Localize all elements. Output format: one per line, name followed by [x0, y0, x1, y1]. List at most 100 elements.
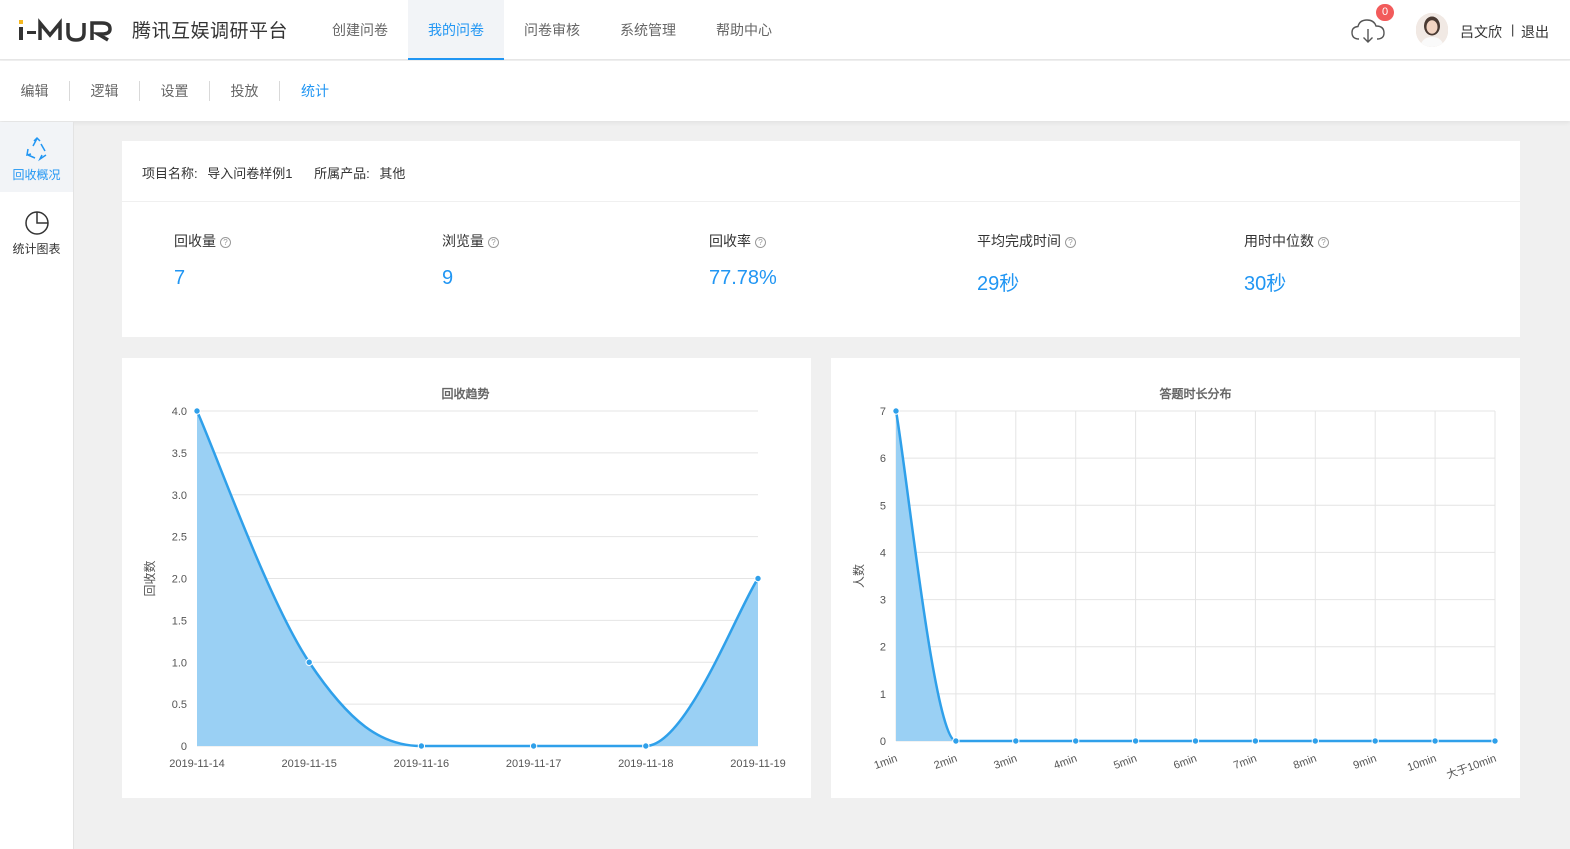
- project-name-value: 导入问卷样例1: [207, 166, 293, 181]
- platform-title: 腾讯互娱调研平台: [132, 21, 289, 42]
- sidebar-item-collection-overview[interactable]: 回收概况: [0, 122, 73, 192]
- subnav-edit[interactable]: 编辑: [0, 81, 70, 101]
- cloud-download-icon[interactable]: [1350, 17, 1386, 45]
- nav-system-admin[interactable]: 系统管理: [600, 0, 696, 60]
- stat-value: 30秒: [1244, 273, 1287, 295]
- subnav-distribute[interactable]: 投放: [210, 81, 280, 101]
- data-point: [1251, 737, 1260, 745]
- username[interactable]: 吕文欣: [1460, 22, 1502, 42]
- y-tick-label: 3: [880, 595, 886, 607]
- x-tick-label: 2019-11-16: [394, 758, 449, 770]
- top-header: 腾讯互娱调研平台 创建问卷 我的问卷 问卷审核 系统管理 帮助中心 0 吕文欣 …: [0, 0, 1570, 60]
- x-tick-label: 9min: [1352, 753, 1379, 772]
- project-name-label: 项目名称:: [142, 166, 198, 181]
- stat-label: 回收率: [709, 233, 751, 249]
- x-tick-label: 2019-11-14: [169, 758, 224, 770]
- divider: [122, 201, 1520, 202]
- x-tick-label: 2019-11-19: [730, 758, 785, 770]
- chart-title: 答题时长分布: [1159, 386, 1231, 401]
- product-label: 所属产品:: [314, 166, 370, 181]
- x-tick-label: 6min: [1172, 753, 1199, 772]
- data-point: [305, 658, 313, 666]
- x-tick-label: 2019-11-17: [506, 758, 561, 770]
- stat-label: 浏览量: [442, 233, 484, 249]
- separator: |: [1511, 22, 1515, 37]
- data-point: [1191, 737, 1200, 745]
- stat-value: 9: [442, 267, 454, 289]
- nav-help-center[interactable]: 帮助中心: [696, 0, 792, 60]
- y-axis-label: 回收数: [142, 560, 157, 596]
- help-icon[interactable]: ?: [220, 237, 231, 248]
- subnav-statistics[interactable]: 统计: [280, 81, 350, 101]
- help-icon[interactable]: ?: [488, 237, 499, 248]
- help-icon[interactable]: ?: [1065, 237, 1076, 248]
- y-tick-label: 2: [880, 642, 886, 654]
- x-tick-label: 3min: [992, 753, 1019, 772]
- recycle-icon: [25, 136, 46, 162]
- y-tick-label: 1.0: [172, 657, 187, 669]
- y-tick-label: 4: [880, 547, 886, 559]
- nav-create-survey[interactable]: 创建问卷: [312, 0, 408, 60]
- download-count-badge: 0: [1376, 4, 1394, 21]
- data-point: [754, 574, 762, 583]
- data-point: [193, 407, 201, 415]
- stat-label: 平均完成时间: [977, 233, 1061, 249]
- y-tick-label: 0: [880, 736, 886, 748]
- data-point: [892, 407, 900, 415]
- logout-link[interactable]: 退出: [1521, 22, 1549, 42]
- x-tick-label: 2min: [932, 753, 959, 772]
- data-point: [1072, 737, 1080, 745]
- stat-label: 用时中位数: [1244, 233, 1314, 249]
- imur-logo[interactable]: [18, 15, 118, 45]
- data-point: [952, 737, 960, 745]
- stat-value: 29秒: [977, 273, 1020, 295]
- data-point: [1371, 737, 1379, 745]
- x-tick-label: 大于10min: [1444, 751, 1498, 782]
- help-icon[interactable]: ?: [755, 237, 766, 248]
- data-point: [642, 742, 650, 750]
- product-value: 其他: [379, 166, 406, 181]
- x-tick-label: 2019-11-15: [281, 758, 336, 770]
- top-nav: 创建问卷 我的问卷 问卷审核 系统管理 帮助中心: [312, 0, 792, 60]
- y-axis-label: 人数: [851, 564, 866, 588]
- x-tick-label: 8min: [1292, 753, 1319, 772]
- pie-chart-icon: [24, 211, 49, 235]
- collection-trend-chart: 回收趋势 0 0.5 1.0 1.5 2.0 2.5 3.0 3.5 4.0 回收数 2019-11-…: [142, 386, 786, 770]
- data-point: [1131, 737, 1140, 745]
- x-tick-label: 5min: [1112, 753, 1139, 772]
- data-point: [1491, 737, 1499, 745]
- help-icon[interactable]: ?: [1318, 237, 1329, 248]
- project-summary-card: 项目名称: 导入问卷样例1 所属产品: 其他 回收量? 7 浏览量? 9 回收率…: [122, 141, 1520, 337]
- data-point: [1012, 737, 1020, 745]
- project-info: 项目名称: 导入问卷样例1 所属产品: 其他: [142, 163, 411, 182]
- survey-subnav: 编辑 逻辑 设置 投放 统计: [0, 61, 350, 121]
- sidebar-item-label: 统计图表: [12, 242, 61, 256]
- avatar[interactable]: [1416, 13, 1448, 47]
- y-tick-label: 6: [880, 453, 886, 465]
- nav-my-surveys[interactable]: 我的问卷: [408, 0, 504, 60]
- subnav-logic[interactable]: 逻辑: [70, 81, 140, 101]
- subnav-settings[interactable]: 设置: [140, 81, 210, 101]
- stat-avg-time: 平均完成时间? 29秒: [977, 231, 1076, 296]
- y-tick-label: 5: [880, 500, 886, 512]
- y-tick-label: 1.5: [172, 615, 187, 627]
- data-point: [529, 742, 538, 750]
- collection-trend-chart-card: 回收趋势 0 0.5 1.0 1.5 2.0 2.5 3.0 3.5 4.0 回收数 2019-11-…: [122, 358, 811, 798]
- duration-distribution-chart-card: 答题时长分布 0 1 2 3 4 5 6 7 人数 1min 2min 3min 4min 5min 6min…: [831, 358, 1520, 798]
- stat-value: 77.78%: [709, 267, 777, 289]
- y-tick-label: 3.0: [172, 490, 187, 502]
- sidebar-item-label: 回收概况: [12, 168, 61, 182]
- data-point: [417, 742, 426, 750]
- stats-sidebar: 回收概况 统计图表: [0, 122, 74, 849]
- y-tick-label: 0.5: [172, 699, 187, 711]
- x-tick-label: 4min: [1052, 753, 1079, 772]
- stat-views: 浏览量? 9: [442, 231, 499, 290]
- y-tick-label: 7: [880, 406, 886, 418]
- chart-title: 回收趋势: [441, 386, 489, 401]
- nav-survey-review[interactable]: 问卷审核: [504, 0, 600, 60]
- y-tick-label: 1: [880, 689, 886, 701]
- stat-value: 7: [174, 267, 186, 289]
- y-tick-label: 4.0: [172, 406, 187, 418]
- sidebar-item-stat-charts[interactable]: 统计图表: [0, 196, 73, 266]
- sub-header: 编辑 逻辑 设置 投放 统计: [0, 61, 1570, 121]
